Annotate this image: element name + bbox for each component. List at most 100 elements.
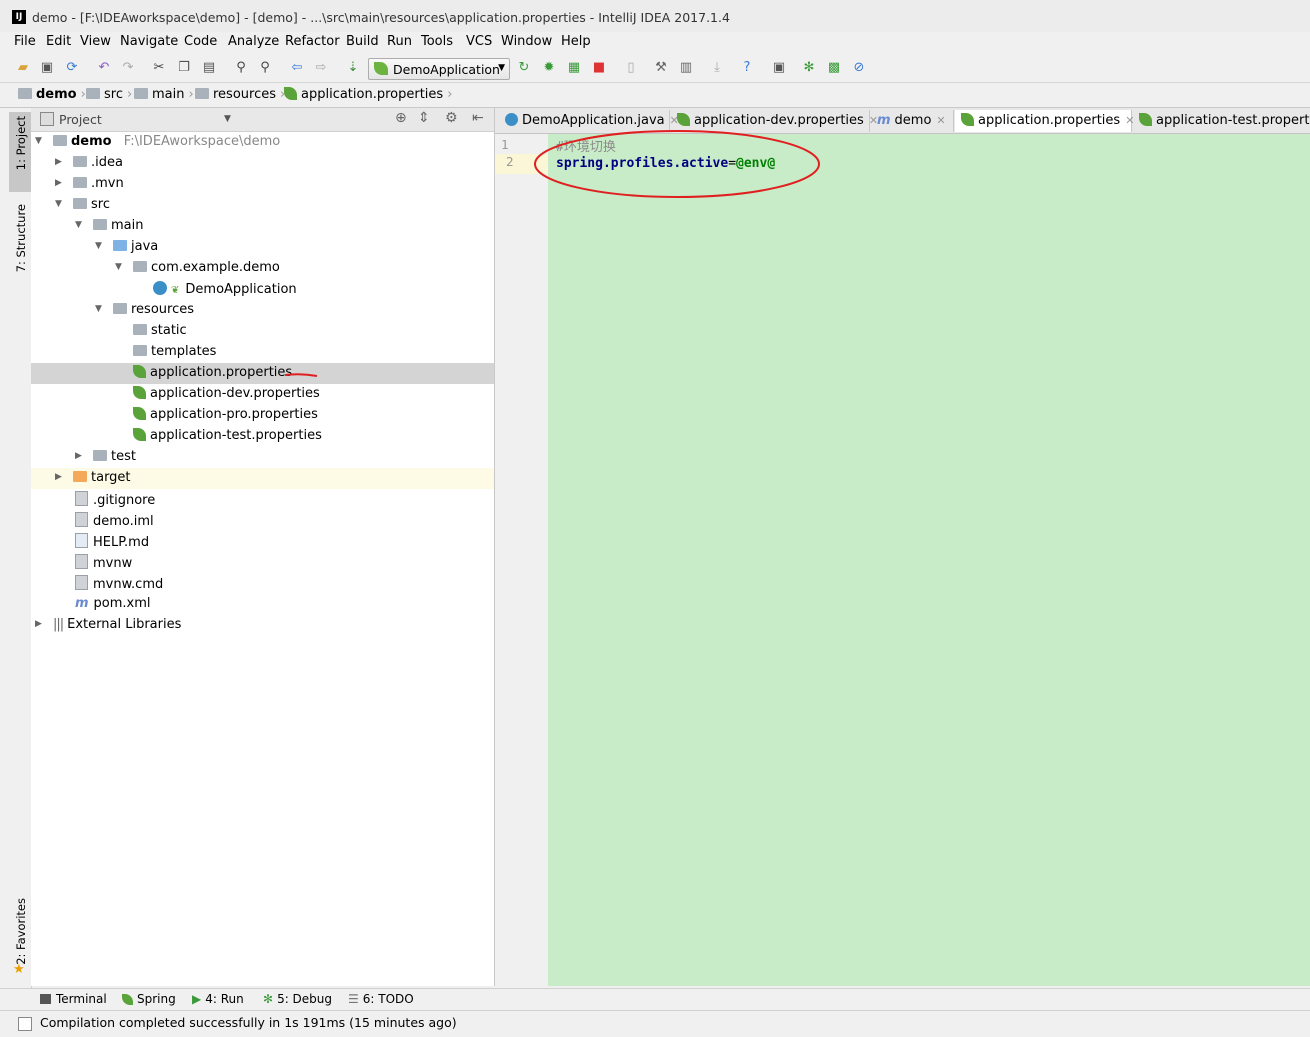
tree-row-application-pro[interactable]: application-pro.properties [31, 405, 494, 426]
toggle-tool-windows-icon[interactable] [18, 1017, 32, 1031]
sdk-icon[interactable]: ⤓ [708, 59, 726, 77]
run-config-selector[interactable]: DemoApplication ▼ [368, 58, 510, 80]
tree-row-demo-iml[interactable]: demo.iml [31, 510, 494, 531]
folder-icon [53, 135, 67, 146]
paste-icon[interactable]: ▤ [200, 59, 218, 77]
back-icon[interactable]: ⇦ [288, 59, 306, 77]
menu-run[interactable]: Run [387, 34, 412, 49]
star-icon[interactable]: ★ [13, 962, 25, 977]
todo-button[interactable]: ☰ 6: TODO [348, 992, 414, 1006]
tree-row-demo[interactable]: ▼ demo F:\IDEAworkspace\demo [31, 132, 494, 153]
run-button[interactable]: ▶ 4: Run [192, 992, 244, 1006]
close-icon[interactable]: ✕ [936, 114, 945, 127]
spring-leaf-icon [677, 113, 690, 126]
menu-window[interactable]: Window [501, 34, 552, 49]
replace-icon[interactable]: ⚲ [256, 59, 274, 77]
breadcrumb-demo[interactable]: demo › [18, 87, 86, 104]
save-icon[interactable]: ▣ [38, 59, 56, 77]
tree-row-pom[interactable]: m pom.xml [31, 594, 494, 615]
text-file-icon [75, 554, 88, 569]
tree-row-mvnw[interactable]: mvnw [31, 552, 494, 573]
menu-edit[interactable]: Edit [46, 34, 71, 49]
spring-button[interactable]: Spring [122, 992, 176, 1006]
tree-row-application-test[interactable]: application-test.properties [31, 426, 494, 447]
tree-row-mvnw-cmd[interactable]: mvnw.cmd [31, 573, 494, 594]
debug-icon[interactable]: ✹ [540, 59, 558, 77]
status-message: Compilation completed successfully in 1s… [40, 1015, 457, 1030]
gear-icon[interactable]: ⚙ [445, 110, 458, 126]
menu-build[interactable]: Build [346, 34, 379, 49]
tree-row-demoapplication[interactable]: ❦ DemoApplication [31, 279, 494, 300]
terminal-icon [40, 994, 51, 1004]
breadcrumb-src[interactable]: src › [86, 87, 132, 104]
tab-application-properties[interactable]: application.properties ✕ [955, 110, 1134, 132]
terminal-button[interactable]: Terminal [40, 992, 107, 1006]
tree-row-package[interactable]: ▼ com.example.demo [31, 258, 494, 279]
code-editor[interactable]: #环境切换 spring.profiles.active=@env@ [534, 130, 1310, 986]
tree-row-src[interactable]: ▼ src [31, 195, 494, 216]
tree-row-main[interactable]: ▼ main [31, 216, 494, 237]
copy-icon[interactable]: ❐ [175, 59, 193, 77]
menu-help[interactable]: Help [561, 34, 591, 49]
tab-demo-pom[interactable]: m demo ✕ [871, 110, 954, 132]
breadcrumb-main[interactable]: main › [134, 87, 194, 104]
status-bar: Compilation completed successfully in 1s… [0, 1010, 1310, 1037]
redo-icon[interactable]: ↷ [119, 59, 137, 77]
forward-icon[interactable]: ⇨ [312, 59, 330, 77]
debug-button[interactable]: ✻ 5: Debug [263, 992, 332, 1006]
tree-row-help-md[interactable]: HELP.md [31, 531, 494, 552]
hide-panel-icon[interactable]: ⇤ [472, 110, 484, 126]
collapse-all-icon[interactable]: ⇕ [418, 110, 430, 126]
menu-file[interactable]: File [14, 34, 36, 49]
menu-analyze[interactable]: Analyze [228, 34, 279, 49]
stop-icon[interactable]: ■ [590, 59, 608, 77]
breadcrumb-file[interactable]: application.properties › [284, 87, 452, 104]
undo-icon[interactable]: ↶ [95, 59, 113, 77]
tool-tab-project[interactable]: 1: Project [14, 116, 28, 170]
project-view-label[interactable]: Project [59, 112, 102, 127]
tree-row-application-dev[interactable]: application-dev.properties [31, 384, 494, 405]
tree-row-target[interactable]: ▶ target [31, 468, 494, 489]
disable-icon[interactable]: ⊘ [850, 59, 868, 77]
tool-tab-favorites[interactable]: 2: Favorites [14, 898, 28, 965]
tree-row-external-libraries[interactable]: ▶ ||| External Libraries [31, 615, 494, 636]
project-structure-icon[interactable]: ▥ [677, 59, 695, 77]
rerun-icon[interactable]: ↻ [515, 59, 533, 77]
breadcrumb-resources[interactable]: resources › [195, 87, 285, 104]
chevron-down-icon[interactable]: ▼ [224, 114, 231, 124]
find-icon[interactable]: ⚲ [232, 59, 250, 77]
attach-icon[interactable]: ▯ [622, 59, 640, 77]
library-icon: ||| [53, 617, 64, 632]
folder-icon [73, 198, 87, 209]
tree-row-mvn[interactable]: ▶ .mvn [31, 174, 494, 195]
menu-tools[interactable]: Tools [421, 34, 453, 49]
monitor-icon[interactable]: ▩ [825, 59, 843, 77]
folder-icon [73, 156, 87, 167]
tree-row-resources[interactable]: ▼ resources [31, 300, 494, 321]
sync-icon[interactable]: ⟳ [63, 59, 81, 77]
menu-code[interactable]: Code [184, 34, 217, 49]
tool-tab-structure[interactable]: 7: Structure [14, 204, 28, 272]
tree-row-java[interactable]: ▼ java [31, 237, 494, 258]
menu-vcs[interactable]: VCS [466, 34, 492, 49]
bug-icon[interactable]: ✻ [800, 59, 818, 77]
tree-row-idea[interactable]: ▶ .idea [31, 153, 494, 174]
tree-row-gitignore[interactable]: .gitignore [31, 489, 494, 510]
tree-row-templates[interactable]: templates [31, 342, 494, 363]
build-icon[interactable]: ⇣ [344, 59, 362, 77]
tab-application-test[interactable]: application-test.properties [1133, 110, 1310, 132]
line-number: 1 [501, 137, 509, 152]
device-icon[interactable]: ▣ [770, 59, 788, 77]
menu-navigate[interactable]: Navigate [120, 34, 178, 49]
menu-refactor[interactable]: Refactor [285, 34, 340, 49]
cut-icon[interactable]: ✂ [150, 59, 168, 77]
tree-row-static[interactable]: static [31, 321, 494, 342]
help-icon[interactable]: ? [738, 59, 756, 77]
tree-row-test[interactable]: ▶ test [31, 447, 494, 468]
settings-wrench-icon[interactable]: ⚒ [652, 59, 670, 77]
open-folder-icon[interactable]: ▰ [14, 59, 32, 77]
tree-row-application-properties[interactable]: application.properties [31, 363, 494, 384]
menu-view[interactable]: View [80, 34, 111, 49]
scroll-from-source-icon[interactable]: ⊕ [395, 110, 407, 126]
coverage-icon[interactable]: ▦ [565, 59, 583, 77]
